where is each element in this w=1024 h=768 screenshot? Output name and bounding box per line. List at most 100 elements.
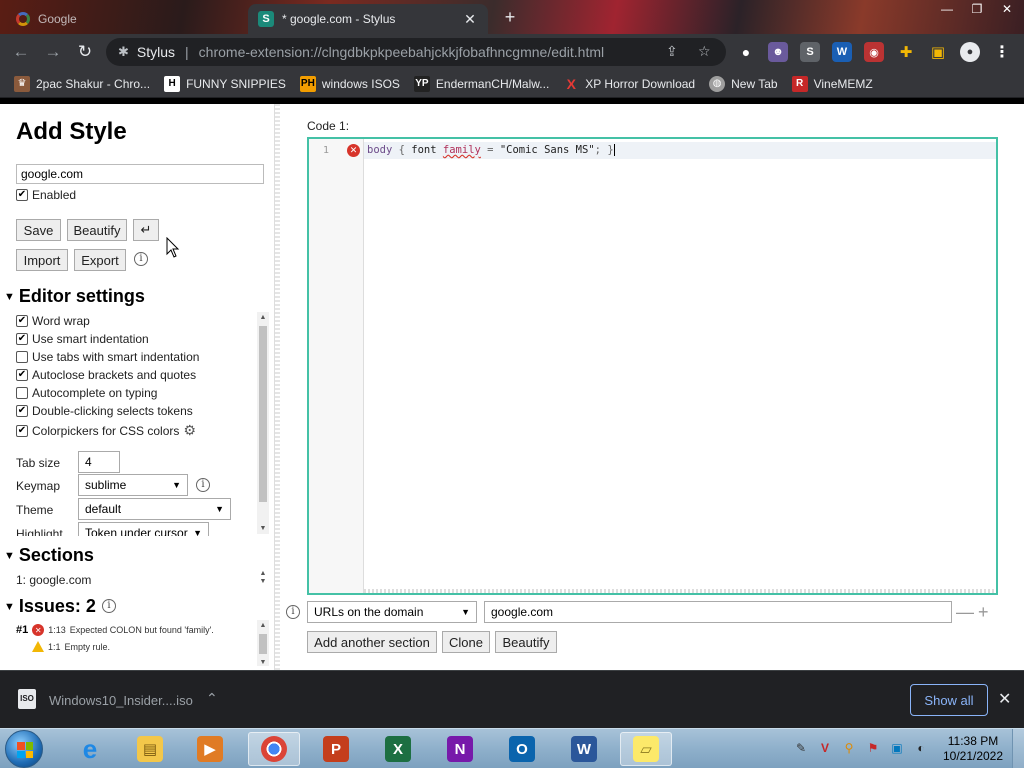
applies-to-type-select[interactable]: URLs on the domain ▼ <box>307 601 477 623</box>
taskbar-word[interactable]: W <box>558 732 610 766</box>
language-icon[interactable]: ✎ <box>794 741 808 755</box>
option-colorpickers[interactable]: ✔ Colorpickers for CSS colors ⚙ <box>16 422 196 439</box>
issues-scrollbar[interactable]: ▲ ▼ <box>257 620 269 666</box>
sections-heading[interactable]: ▼ Sections <box>4 545 94 566</box>
search-tray-icon[interactable]: ⚲ <box>842 741 856 755</box>
issues-heading[interactable]: ▼ Issues: 2 <box>4 596 96 617</box>
issue-item[interactable]: 1:1 Empty rule. <box>32 641 110 652</box>
scrollbar-thumb[interactable] <box>259 326 267 502</box>
beautify-button[interactable]: Beautify <box>67 219 127 241</box>
scroll-down-arrow-icon[interactable]: ▼ <box>257 525 269 532</box>
show-desktop-button[interactable] <box>1012 729 1024 768</box>
issue-item[interactable]: #1 ✕ 1:13 Expected COLON but found 'fami… <box>16 624 214 636</box>
forward-icon[interactable]: → <box>42 41 64 63</box>
settings-scrollbar[interactable]: ▲ ▼ <box>257 312 269 534</box>
taskbar-media-player[interactable]: ▶ <box>184 732 236 766</box>
scrollbar-thumb[interactable] <box>259 634 267 654</box>
profile-avatar-icon[interactable]: ● <box>960 42 980 62</box>
checkbox-unchecked-icon[interactable] <box>16 387 28 399</box>
scroll-up-arrow-icon[interactable]: ▲ <box>257 570 269 577</box>
close-tab-icon[interactable]: ✕ <box>462 11 478 28</box>
stylus-extension-icon[interactable]: S <box>800 42 820 62</box>
vivaldi-tray-icon[interactable]: V <box>818 741 832 755</box>
bookmark-2pac[interactable]: ♛ 2pac Shakur - Chro... <box>14 75 150 92</box>
scroll-up-arrow-icon[interactable]: ▲ <box>257 314 269 321</box>
editor-resize-strip[interactable] <box>364 589 996 593</box>
tab-google[interactable]: Google <box>6 4 248 34</box>
scroll-down-arrow-icon[interactable]: ▼ <box>257 659 269 666</box>
scroll-down-arrow-icon[interactable]: ▼ <box>257 578 269 585</box>
editor-settings-heading[interactable]: ▼ Editor settings <box>4 286 145 307</box>
taskbar-onenote[interactable]: N <box>434 732 486 766</box>
checkbox-checked-icon[interactable]: ✔ <box>16 424 28 437</box>
enabled-toggle[interactable]: ✔ Enabled <box>16 188 76 202</box>
minimize-icon[interactable]: — <box>932 0 962 20</box>
info-icon[interactable]: i <box>134 252 148 266</box>
code-editor[interactable]: 1 ✕ body { font family = "Comic Sans MS"… <box>307 137 998 595</box>
taskbar-excel[interactable]: X <box>372 732 424 766</box>
highlight-select[interactable]: Token under cursor ▼ <box>78 522 209 536</box>
tab-size-input[interactable]: 4 <box>78 451 120 473</box>
gear-icon[interactable]: ⚙ <box>183 422 196 439</box>
bookmark-vinememz[interactable]: R VineMEMZ <box>791 75 873 92</box>
remove-applies-icon[interactable]: — <box>956 603 974 621</box>
option-autoclose-brackets[interactable]: ✔ Autoclose brackets and quotes <box>16 368 196 382</box>
checkbox-unchecked-icon[interactable] <box>16 351 28 363</box>
download-filename[interactable]: Windows10_Insider....iso <box>49 693 193 708</box>
volume-icon[interactable]: ◐ <box>914 741 928 755</box>
option-smart-indentation[interactable]: ✔ Use smart indentation <box>16 332 149 346</box>
style-name-input[interactable] <box>16 164 264 184</box>
undo-button[interactable]: ↵ <box>133 219 159 241</box>
extensions-puzzle-icon[interactable]: ✚ <box>896 42 916 62</box>
close-window-icon[interactable]: ✕ <box>992 0 1022 20</box>
import-button[interactable]: Import <box>16 249 68 271</box>
export-button[interactable]: Export <box>74 249 126 271</box>
record-extension-icon[interactable]: ● <box>736 42 756 62</box>
taskbar-powerpoint[interactable]: P <box>310 732 362 766</box>
flag-tray-icon[interactable]: ⚑ <box>866 741 880 755</box>
clone-button[interactable]: Clone <box>442 631 490 653</box>
side-panel-icon[interactable]: ▣ <box>928 42 948 62</box>
info-icon[interactable]: i <box>286 605 300 619</box>
wr-extension-icon[interactable]: W <box>832 42 852 62</box>
info-icon[interactable]: i <box>196 478 210 492</box>
section-link[interactable]: 1: google.com <box>16 573 91 587</box>
network-icon[interactable]: ▣ <box>890 741 904 755</box>
checkbox-checked-icon[interactable]: ✔ <box>16 189 28 201</box>
theme-select[interactable]: default ▼ <box>78 498 231 520</box>
option-autocomplete[interactable]: Autocomplete on typing <box>16 386 157 400</box>
bookmark-star-icon[interactable]: ☆ <box>698 43 711 60</box>
show-all-button[interactable]: Show all <box>910 684 988 716</box>
code-line[interactable]: body { font family = "Comic Sans MS"; } <box>364 142 996 159</box>
add-applies-icon[interactable]: + <box>978 603 989 621</box>
option-word-wrap[interactable]: ✔ Word wrap <box>16 314 90 328</box>
checkbox-checked-icon[interactable]: ✔ <box>16 315 28 327</box>
taskbar-internet-explorer[interactable]: e <box>64 732 116 766</box>
checkbox-checked-icon[interactable]: ✔ <box>16 369 28 381</box>
bookmark-endermanch[interactable]: YP EndermanCH/Malw... <box>413 75 549 92</box>
ghost-extension-icon[interactable]: ☻ <box>768 42 788 62</box>
beautify-section-button[interactable]: Beautify <box>495 631 557 653</box>
new-tab-button[interactable]: + <box>498 6 522 28</box>
reload-icon[interactable]: ↻ <box>74 41 96 63</box>
globe-extension-icon[interactable]: ◉ <box>864 42 884 62</box>
applies-to-value-input[interactable]: google.com <box>484 601 952 623</box>
sections-scroll-arrows[interactable]: ▲ ▼ <box>257 570 269 588</box>
lint-error-icon[interactable]: ✕ <box>347 144 360 157</box>
back-icon[interactable]: ← <box>10 41 32 63</box>
more-menu-icon[interactable]: ⋮ <box>992 42 1012 62</box>
keymap-select[interactable]: sublime ▼ <box>78 474 188 496</box>
bookmark-xp-horror[interactable]: X XP Horror Download <box>563 76 696 92</box>
close-icon[interactable]: ✕ <box>998 689 1011 709</box>
bookmark-funny-snippies[interactable]: H FUNNY SNIPPIES <box>164 75 286 92</box>
tab-stylus[interactable]: S * google.com - Stylus ✕ <box>248 4 488 34</box>
scroll-up-arrow-icon[interactable]: ▲ <box>257 622 269 629</box>
address-bar[interactable]: ✱ Stylus | chrome-extension://clngdbkpkp… <box>106 38 726 66</box>
taskbar-clock[interactable]: 11:38 PM 10/21/2022 <box>942 734 1004 764</box>
add-another-section-button[interactable]: Add another section <box>307 631 437 653</box>
option-tabs-smart-indentation[interactable]: Use tabs with smart indentation <box>16 350 199 364</box>
chevron-up-icon[interactable]: ⌃ <box>206 690 218 707</box>
taskbar-sticky-notes[interactable]: ▱ <box>620 732 672 766</box>
bookmark-new-tab[interactable]: ◍ New Tab <box>709 75 778 92</box>
bookmark-windows-isos[interactable]: PH windows ISOS <box>299 75 400 92</box>
